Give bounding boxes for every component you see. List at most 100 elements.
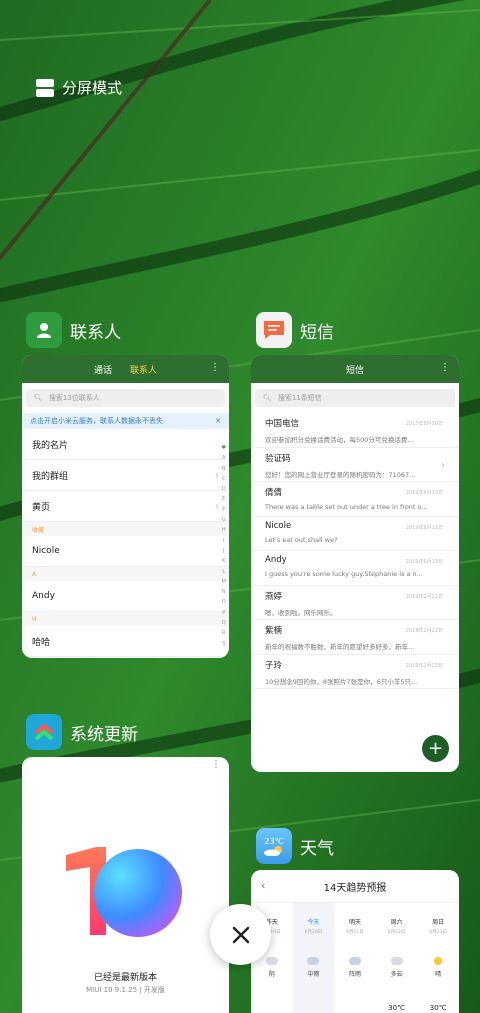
forecast-day[interactable]: 周日 6月23日晴 30℃ <box>417 903 459 1013</box>
forecast-temp: 30℃ <box>429 1004 447 1012</box>
sms-preview: 您好！您的网上营业厅登录的随机密码为：71067... <box>265 470 416 479</box>
sms-preview: 10分想念9回的你，8张照片7张是你，6只小羊5只... <box>265 677 418 686</box>
alphabet-letter[interactable]: H <box>222 525 226 535</box>
sms-app-card[interactable]: 短信 ⋮ 🔍︎ 搜索11条短信 中国电信 欢迎参加积分兑换话费活动，每500分可兑… <box>251 355 459 772</box>
sms-preview: I guess you're some lucky guy.Stephanie … <box>265 570 423 578</box>
alphabet-letter[interactable]: A <box>222 453 226 463</box>
alphabet-letter[interactable]: C <box>222 474 226 484</box>
contacts-app-card[interactable]: 通话 联系人 ⋮ 🔍︎ 搜索13位联系人 点击开启小米云服务，联系人数据永不丢失… <box>22 355 229 658</box>
alphabet-letter[interactable]: S <box>222 639 226 649</box>
split-mode-button[interactable]: 分屏模式 <box>36 77 122 98</box>
sms-thread-row[interactable]: 紫楠 新年的祝福数不胜数，新年的愿望好多好多，新年... 2019年2月22日 <box>251 620 459 655</box>
back-icon[interactable]: ‹ <box>261 879 265 892</box>
sms-thread-row[interactable]: 子玲 10分想念9回的你，8张照片7张是你，6只小羊5只... 2019年2月22日 <box>251 655 459 689</box>
weather-app-icon: 23℃ <box>256 828 292 864</box>
alphabet-letter[interactable]: M <box>222 577 226 587</box>
contact-row[interactable]: 我的群组 › <box>22 460 229 491</box>
cloud-icon <box>265 957 278 965</box>
section-header: A <box>22 567 229 581</box>
sms-header-bar: 短信 ⋮ <box>251 355 459 383</box>
alphabet-letter[interactable]: L <box>222 567 226 577</box>
forecast-day-label: 明天 <box>348 919 361 926</box>
alphabet-letter[interactable]: F <box>222 505 226 515</box>
more-icon[interactable]: ⋮ <box>440 362 450 373</box>
sms-app-header[interactable]: 短信 <box>256 312 334 348</box>
chevron-right-icon: › <box>215 500 219 512</box>
section-header: 收藏 <box>22 522 229 536</box>
sms-thread-row[interactable]: Nicole Let's eat out,shall we? 2019年6月13日 <box>251 517 459 551</box>
close-icon[interactable]: ✕ <box>215 417 221 425</box>
contacts-tab-bar: 通话 联系人 ⋮ <box>22 355 229 383</box>
contact-row[interactable]: Nicole <box>22 536 229 567</box>
alphabet-letter[interactable]: J <box>222 546 226 556</box>
sms-preview: Let's eat out,shall we? <box>265 535 338 544</box>
contacts-app-header[interactable]: 联系人 <box>26 312 121 348</box>
alphabet-letter[interactable]: Q <box>222 618 226 628</box>
contacts-list: 我的名片我的群组 › 黄页 › 收藏 Nicole A Andy H 哈哈 <box>22 429 229 657</box>
sms-search-input[interactable]: 🔍︎ 搜索11条短信 <box>255 389 455 407</box>
update-app-card[interactable]: ⋮ 已经是最新版本 MIUI 10 9.1.25 | 开发版 <box>22 757 229 1013</box>
contact-row[interactable]: Andy <box>22 581 229 612</box>
forecast-date: 6月21日 <box>346 930 364 935</box>
update-version: MIUI 10 9.1.25 | 开发版 <box>86 986 165 994</box>
contacts-search-input[interactable]: 🔍︎ 搜索13位联系人 <box>26 389 225 407</box>
alphabet-letter[interactable]: ♥ <box>222 443 226 453</box>
alphabet-letter[interactable]: P <box>222 608 226 618</box>
contact-row-label: 黄页 <box>32 502 51 513</box>
cloud-banner-text: 点击开启小米云服务，联系人数据永不丢失 <box>30 417 163 425</box>
cloud-icon <box>307 957 320 965</box>
chevron-right-icon: › <box>215 469 219 481</box>
section-label: A <box>32 570 37 578</box>
weather-app-header[interactable]: 23℃ 天气 <box>256 828 334 864</box>
sms-preview: 欢迎参加积分兑换话费活动，每500分可兑换话费... <box>265 436 414 444</box>
close-all-button[interactable] <box>210 904 271 965</box>
sms-date: 2019年2月22日 <box>405 593 443 600</box>
contact-row[interactable]: 哈哈 <box>22 626 229 657</box>
sms-thread-row[interactable]: 倩倩 There was a table set out under a tree… <box>251 482 459 517</box>
new-message-button[interactable]: + <box>422 735 449 762</box>
alphabet-letter[interactable]: D <box>222 484 226 494</box>
more-icon[interactable]: ⋮ <box>211 759 221 770</box>
sms-date: 2019年2月22日 <box>405 662 443 669</box>
contacts-app-name: 联系人 <box>70 322 121 343</box>
weather-app-card[interactable]: ‹ 14天趋势预报 昨天 6月19日阴今天 6月20日 中雨 明天 6月21日 阵雨 周六 6月… <box>251 870 459 1013</box>
sms-thread-row[interactable]: 验证码 您好！您的网上营业厅登录的随机密码为：71067... › <box>251 448 459 482</box>
miui-10-logo <box>66 847 182 937</box>
cloud-icon <box>348 957 361 965</box>
tab-contacts[interactable]: 联系人 <box>130 363 157 376</box>
alphabet-letter[interactable]: K <box>222 556 226 566</box>
alphabet-index[interactable]: ♥ A B C D E F G H I J K L M N O P Q R S <box>222 443 226 649</box>
update-app-header[interactable]: 系统更新 <box>26 714 138 750</box>
forecast-day-label: 今天 <box>307 919 320 926</box>
sms-thread-row[interactable]: 燕婷 嗯，收到啦。网乐网乐。 2019年2月22日 <box>251 586 459 620</box>
section-label: 收藏 <box>32 526 45 534</box>
weather-app-name: 天气 <box>300 838 334 859</box>
contact-row-label: Andy <box>32 591 55 601</box>
sms-date: 2019年6月13日 <box>405 490 443 496</box>
forecast-day-label: 周日 <box>432 919 445 926</box>
alphabet-letter[interactable]: O <box>222 597 226 607</box>
alphabet-letter[interactable]: R <box>222 628 226 638</box>
forecast-day[interactable]: 明天 6月21日 阵雨 <box>334 903 376 1013</box>
alphabet-letter[interactable]: G <box>222 515 226 525</box>
tab-calls[interactable]: 通话 <box>94 363 112 376</box>
alphabet-letter[interactable]: B <box>222 464 226 474</box>
contact-row-label: 我的群组 <box>32 471 69 482</box>
alphabet-letter[interactable]: I <box>222 536 226 546</box>
forecast-day[interactable]: 今天 6月20日 中雨 <box>292 903 335 1013</box>
alphabet-letter[interactable]: E <box>222 494 226 504</box>
chevron-right-icon: › <box>441 459 445 471</box>
alphabet-letter[interactable]: N <box>222 587 226 597</box>
forecast-day[interactable]: 周六 6月22日 多云 30℃ <box>376 903 418 1013</box>
sms-thread-row[interactable]: 中国电信 欢迎参加积分兑换话费活动，每500分可兑换话费... 2017年8月30日 <box>251 413 459 448</box>
sms-date: 2019年2月22日 <box>405 628 443 634</box>
sms-thread-row[interactable]: Andy I guess you're some lucky guy.Stepha… <box>251 551 459 586</box>
forecast-day-label: 周六 <box>390 919 403 926</box>
split-screen-icon <box>36 78 54 97</box>
cloud-banner[interactable]: 点击开启小米云服务，联系人数据永不丢失 ✕ <box>22 413 229 429</box>
forecast-desc: 多云 <box>390 971 403 978</box>
sms-date: 2017年8月30日 <box>405 421 443 427</box>
more-icon[interactable]: ⋮ <box>210 362 220 373</box>
contact-row[interactable]: 黄页 › <box>22 491 229 522</box>
contact-row[interactable]: 我的名片 <box>22 429 229 460</box>
